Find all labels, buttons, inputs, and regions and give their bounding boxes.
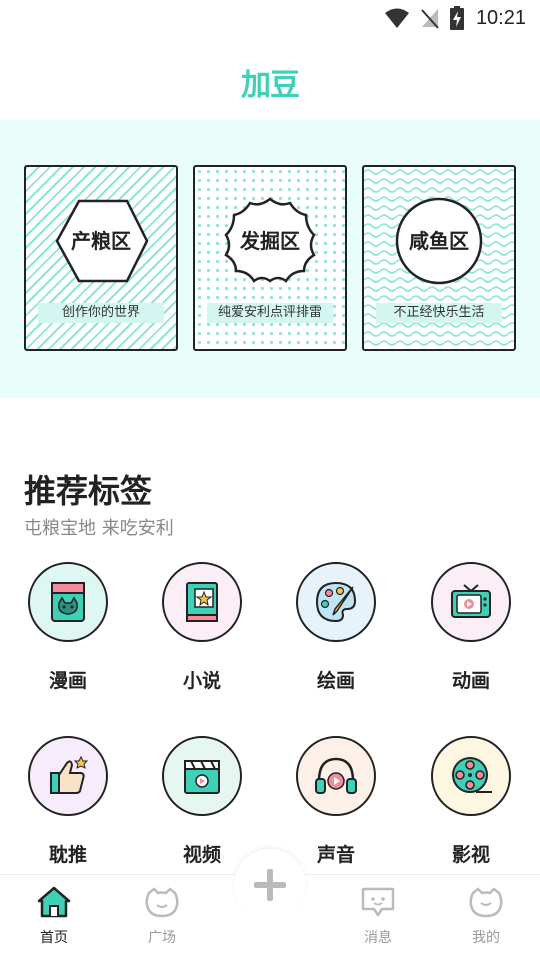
tag-label: 绘画 (316, 670, 355, 692)
zones-banner: 产粮区 创作你的世界 发掘区 纯爱安利点评排雷 咸鱼区 不正经快乐生活 (0, 120, 540, 398)
tag-label: 影视 (451, 844, 490, 866)
tv-icon (451, 584, 491, 618)
section-subtitle: 屯粮宝地 来吃安利 (24, 518, 174, 539)
tag-icon-circle (162, 562, 242, 642)
comic-book-icon (51, 582, 85, 622)
status-bar: 10:21 (0, 0, 540, 36)
profile-cat-icon (469, 887, 503, 918)
battery-charging-icon (449, 6, 464, 30)
tag-novel[interactable]: 小说 (152, 562, 252, 693)
tag-icon-circle (296, 562, 376, 642)
nav-label: 消息 (364, 930, 392, 946)
plus-icon (254, 869, 286, 901)
zone-card-discover[interactable]: 发掘区 纯爱安利点评排雷 (193, 165, 347, 351)
tag-icon-circle (28, 736, 108, 816)
bottom-navigation: 首页 广场 消息 我的 (0, 849, 540, 960)
headphones-icon (315, 757, 357, 794)
tag-label: 声音 (316, 844, 355, 866)
palette-icon (315, 581, 357, 623)
tag-film[interactable]: 影视 (421, 736, 521, 867)
zone-card-production[interactable]: 产粮区 创作你的世界 (24, 165, 178, 351)
zone-subtitle: 纯爱安利点评排雷 (207, 303, 333, 323)
zone-subtitle: 创作你的世界 (38, 303, 164, 323)
zone-card-leisure[interactable]: 咸鱼区 不正经快乐生活 (362, 165, 516, 351)
hexagon-badge: 产粮区 (53, 197, 149, 285)
nav-mine[interactable]: 我的 (446, 885, 526, 947)
tag-video[interactable]: 视频 (152, 736, 252, 867)
tag-icon-circle (296, 736, 376, 816)
thumbs-up-icon (50, 755, 89, 794)
circle-badge: 咸鱼区 (391, 197, 487, 285)
clapperboard-icon (184, 760, 220, 794)
tag-icon-circle (431, 736, 511, 816)
nav-messages[interactable]: 消息 (338, 885, 418, 947)
chat-bubble-icon (361, 887, 395, 917)
tag-painting[interactable]: 绘画 (286, 562, 386, 693)
app-logo: 加豆 (0, 60, 540, 104)
tag-icon-circle (162, 736, 242, 816)
nav-label: 首页 (40, 930, 68, 946)
zone-title: 咸鱼区 (409, 229, 469, 253)
tag-icon-circle (28, 562, 108, 642)
status-time: 10:21 (475, 6, 526, 29)
tag-comic[interactable]: 漫画 (18, 562, 118, 693)
create-post-button[interactable] (234, 849, 306, 921)
nav-square[interactable]: 广场 (122, 885, 202, 947)
scalloped-badge: 发掘区 (222, 197, 318, 285)
tag-animation[interactable]: 动画 (421, 562, 521, 693)
novel-book-icon (186, 582, 218, 622)
wifi-icon (384, 8, 409, 28)
zone-subtitle: 不正经快乐生活 (376, 303, 502, 323)
nav-label: 我的 (472, 930, 500, 946)
cat-face-icon (145, 887, 179, 918)
tag-audio[interactable]: 声音 (286, 736, 386, 867)
tag-label: 视频 (182, 844, 221, 866)
tag-recommend[interactable]: 耽推 (18, 736, 118, 867)
tag-label: 小说 (182, 670, 221, 692)
tag-label: 漫画 (48, 670, 87, 692)
nav-label: 广场 (148, 930, 176, 946)
tag-icon-circle (431, 562, 511, 642)
tag-label: 动画 (451, 670, 490, 692)
home-icon (37, 886, 71, 918)
no-signal-icon (421, 9, 439, 29)
tag-label: 耽推 (48, 844, 87, 866)
zone-title: 发掘区 (240, 229, 300, 253)
film-reel-icon (452, 757, 492, 793)
zone-title: 产粮区 (71, 229, 131, 253)
section-title: 推荐标签 (24, 472, 153, 510)
nav-home[interactable]: 首页 (14, 885, 94, 947)
logo-text: 加豆 (241, 68, 300, 103)
